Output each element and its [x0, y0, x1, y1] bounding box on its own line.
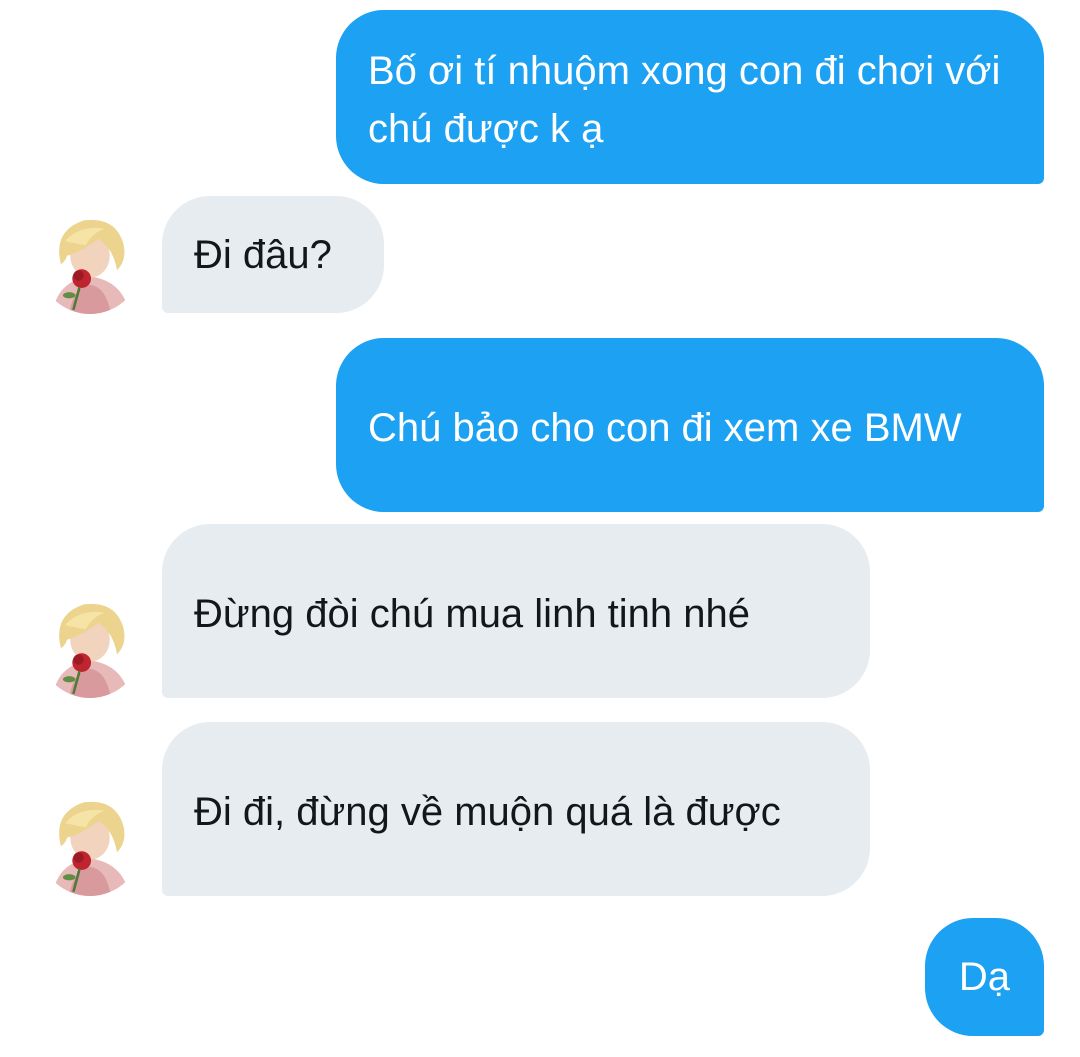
avatar-image: [38, 210, 142, 314]
avatar-image: [38, 792, 142, 896]
message-bubble-received[interactable]: Đi đi, đừng về muộn quá là được: [162, 722, 870, 896]
message-text: Bố ơi tí nhuộm xong con đi chơi với chú …: [368, 49, 1001, 151]
message-text: Đừng đòi chú mua linh tinh nhé: [194, 592, 751, 636]
message-bubble-sent[interactable]: Bố ơi tí nhuộm xong con đi chơi với chú …: [336, 10, 1044, 184]
contact-avatar[interactable]: [38, 594, 142, 698]
message-bubble-received[interactable]: Đi đâu?: [162, 196, 384, 313]
message-text: Đi đi, đừng về muộn quá là được: [194, 790, 781, 834]
message-bubble-received[interactable]: Đừng đòi chú mua linh tinh nhé: [162, 524, 870, 698]
message-text: Dạ: [958, 955, 1011, 999]
contact-avatar[interactable]: [38, 210, 142, 314]
message-text: Chú bảo cho con đi xem xe BMW: [368, 406, 962, 450]
contact-avatar[interactable]: [38, 792, 142, 896]
message-bubble-sent[interactable]: Chú bảo cho con đi xem xe BMW: [336, 338, 1044, 512]
message-text: Đi đâu?: [194, 232, 332, 277]
message-bubble-sent[interactable]: Dạ: [925, 918, 1044, 1036]
avatar-image: [38, 594, 142, 698]
